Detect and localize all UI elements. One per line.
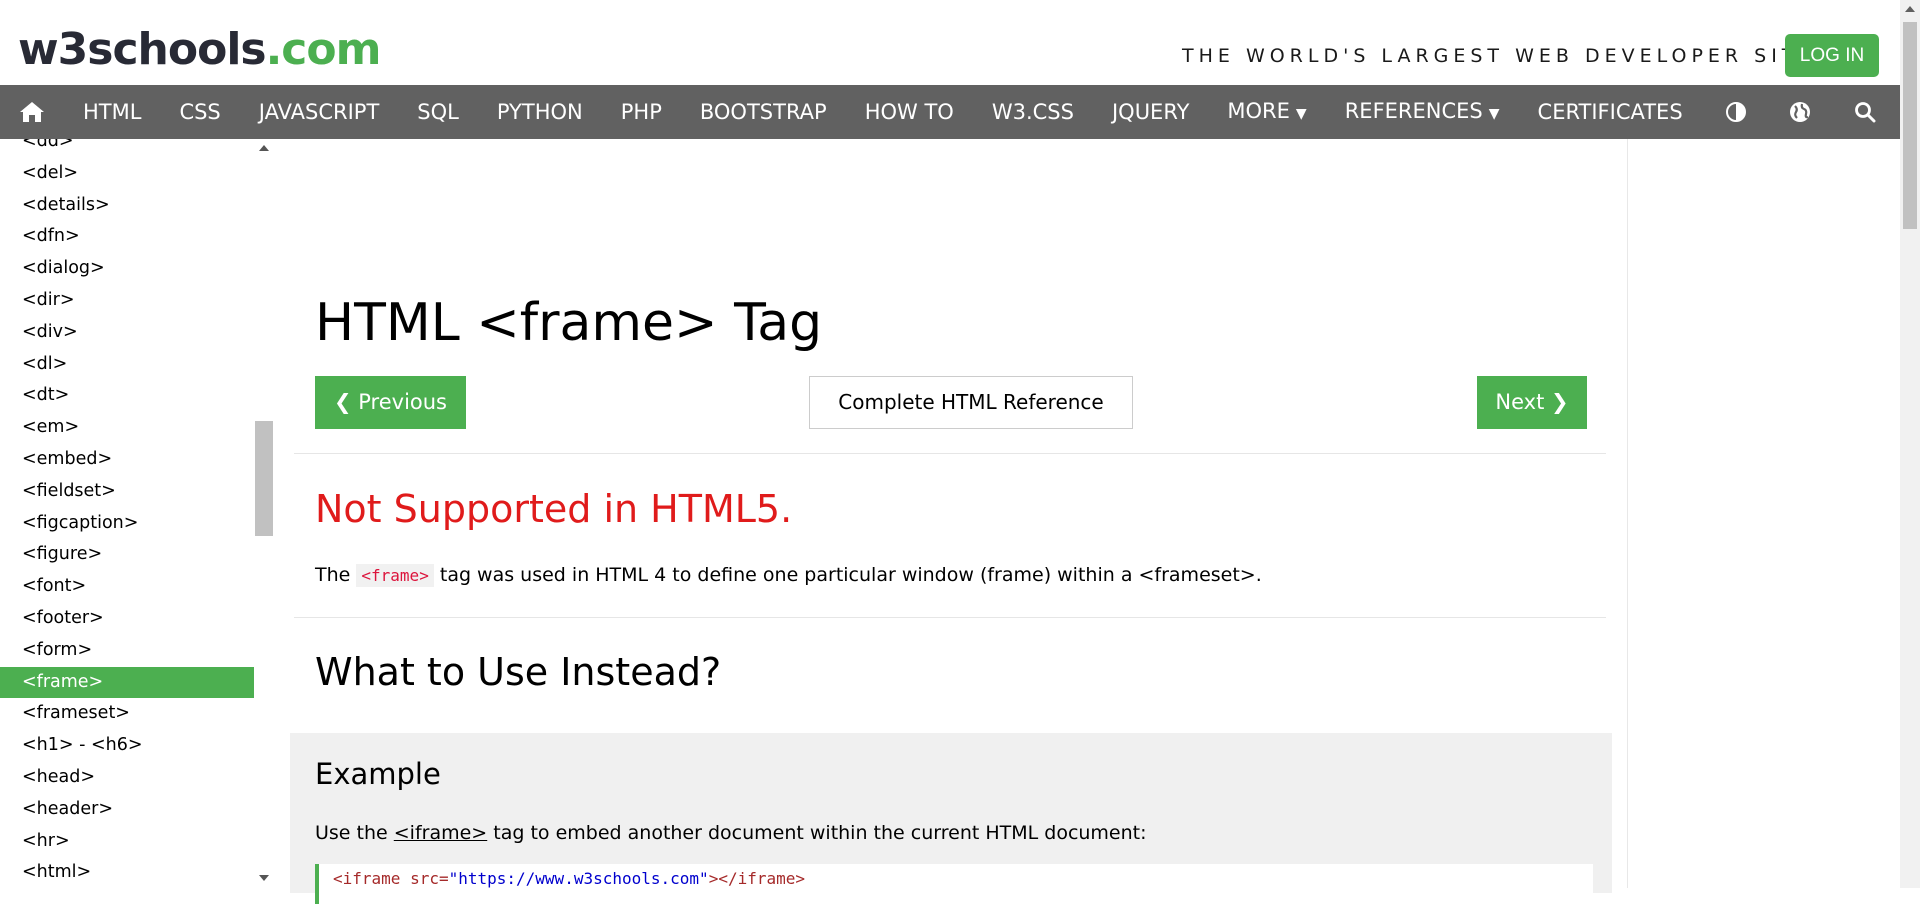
what-to-use-instead-heading: What to Use Instead?: [315, 650, 722, 694]
nav-item-certificates[interactable]: CERTIFICATES: [1519, 85, 1702, 139]
page-scroll-up-icon[interactable]: [1905, 6, 1915, 12]
nav-item-jquery[interactable]: JQUERY: [1093, 85, 1208, 139]
example-code-block: <iframe src="https://www.w3schools.com">…: [315, 864, 1593, 904]
search-icon[interactable]: [1845, 85, 1885, 139]
nav-item-label: MORE: [1227, 98, 1290, 123]
sidebar-item[interactable]: <footer>: [0, 603, 254, 634]
nav-item-label: CERTIFICATES: [1537, 100, 1683, 124]
sidebar-item[interactable]: <form>: [0, 635, 254, 666]
sidebar-item[interactable]: <dt>: [0, 380, 254, 411]
sidebar-item[interactable]: <dfn>: [0, 221, 254, 252]
sidebar-item[interactable]: <dd>: [0, 139, 254, 157]
page-scrollbar[interactable]: [1900, 0, 1920, 888]
sidebar-item[interactable]: <header>: [0, 794, 254, 825]
sidebar-item[interactable]: <em>: [0, 412, 254, 443]
nav-item-label: HTML: [83, 100, 142, 124]
desc-text-start: The: [315, 564, 357, 586]
caret-down-icon: ▼: [1295, 105, 1307, 122]
sidebar-item[interactable]: <frameset>: [0, 698, 254, 729]
sidebar-item[interactable]: <head>: [0, 762, 254, 793]
nav-item-bootstrap[interactable]: BOOTSTRAP: [681, 85, 846, 139]
sidebar-item[interactable]: <details>: [0, 190, 254, 221]
example-title: Example: [315, 757, 441, 791]
site-tagline: THE WORLD'S LARGEST WEB DEVELOPER SITE: [1182, 45, 1816, 67]
desc-text-end: tag was used in HTML 4 to define one par…: [433, 564, 1262, 586]
nav-item-more[interactable]: MORE ▼: [1208, 84, 1325, 141]
nav-item-php[interactable]: PHP: [602, 85, 681, 139]
sidebar-item[interactable]: <dialog>: [0, 253, 254, 284]
example-text-end: tag to embed another document within the…: [487, 822, 1147, 844]
nav-item-label: JQUERY: [1111, 100, 1190, 124]
nav-item-label: PYTHON: [496, 100, 583, 124]
sidebar-item[interactable]: <dir>: [0, 285, 254, 316]
caret-down-icon: ▼: [1488, 105, 1500, 122]
sidebar-item[interactable]: <hr>: [0, 826, 254, 857]
sidebar-item[interactable]: <figure>: [0, 539, 254, 570]
w3schools-logo[interactable]: w3schools.com: [18, 22, 382, 78]
page-title: HTML <frame> Tag: [315, 293, 823, 353]
sidebar-item[interactable]: <div>: [0, 317, 254, 348]
next-button[interactable]: Next ❯: [1477, 376, 1587, 429]
right-column-border: [1627, 139, 1628, 888]
nav-item-label: BOOTSTRAP: [699, 100, 827, 124]
example-text: Use the <iframe> tag to embed another do…: [315, 818, 1147, 848]
nav-item-css[interactable]: CSS: [160, 85, 239, 139]
nav-item-html[interactable]: HTML: [64, 85, 160, 139]
main-content: HTML <frame> Tag ❮ Previous Complete HTM…: [274, 139, 1628, 904]
not-supported-heading: Not Supported in HTML5.: [315, 487, 793, 531]
sidebar-item[interactable]: <del>: [0, 158, 254, 189]
nav-item-w3-css[interactable]: W3.CSS: [973, 85, 1093, 139]
divider: [294, 617, 1606, 618]
example-box: Example Use the <iframe> tag to embed an…: [290, 733, 1612, 904]
example-text-start: Use the: [315, 822, 394, 844]
nav-item-python[interactable]: PYTHON: [478, 85, 602, 139]
sidebar-item[interactable]: <dl>: [0, 349, 254, 380]
logo-main-text: w3schools: [18, 24, 267, 75]
nav-item-references[interactable]: REFERENCES ▼: [1326, 84, 1519, 141]
nav-item-how-to[interactable]: HOW TO: [846, 85, 973, 139]
sidebar-item[interactable]: <figcaption>: [0, 508, 254, 539]
iframe-link[interactable]: <iframe>: [394, 822, 487, 844]
main-navbar: HTML CSS JAVASCRIPT SQL PYTHON PHP BOOTSTRAP HO…: [0, 85, 1900, 139]
sidebar-item[interactable]: <frame>: [0, 666, 254, 698]
login-button[interactable]: LOG IN: [1785, 34, 1879, 77]
code-attr-value: "https://www.w3schools.com": [448, 869, 709, 888]
nav-item-label: SQL: [417, 100, 459, 124]
sidebar-item[interactable]: <fieldset>: [0, 476, 254, 507]
sidebar-scroll-thumb[interactable]: [255, 421, 273, 536]
top-header: w3schools.com THE WORLD'S LARGEST WEB DE…: [0, 0, 1900, 85]
nav-item-label: JAVASCRIPT: [258, 100, 380, 124]
contrast-icon[interactable]: [1716, 85, 1756, 139]
complete-reference-button[interactable]: Complete HTML Reference: [809, 376, 1133, 429]
nav-item-label: HOW TO: [864, 100, 954, 124]
nav-item-label: W3.CSS: [991, 100, 1074, 124]
nav-item-javascript[interactable]: JAVASCRIPT: [240, 85, 399, 139]
page-scroll-thumb[interactable]: [1903, 22, 1917, 229]
sidebar-item[interactable]: <html>: [0, 857, 254, 888]
description-text: The <frame> tag was used in HTML 4 to de…: [315, 560, 1262, 591]
logo-suffix-text: .com: [265, 24, 382, 75]
sidebar-tag-list: <dd> <del> <details> <dfn> <dialog> <dir> <div…: [0, 139, 254, 888]
scroll-up-arrow-icon[interactable]: [259, 145, 269, 151]
home-icon[interactable]: [0, 85, 64, 139]
frame-code-tag: <frame>: [356, 564, 434, 587]
nav-item-label: PHP: [620, 100, 662, 124]
nav-item-label: REFERENCES: [1344, 98, 1483, 123]
sidebar-item[interactable]: <embed>: [0, 444, 254, 475]
sidebar-item[interactable]: <h1> - <h6>: [0, 730, 254, 761]
divider: [294, 453, 1606, 454]
nav-item-label: CSS: [179, 100, 221, 124]
sidebar-item[interactable]: <font>: [0, 571, 254, 602]
code-tag-open: <iframe src=: [333, 869, 449, 888]
globe-icon[interactable]: [1780, 85, 1820, 139]
previous-button[interactable]: ❮ Previous: [315, 376, 466, 429]
scroll-down-arrow-icon[interactable]: [259, 875, 269, 881]
nav-item-sql[interactable]: SQL: [398, 85, 478, 139]
sidebar-scrollbar[interactable]: [254, 139, 274, 888]
code-tag-close: ></iframe>: [708, 869, 806, 888]
